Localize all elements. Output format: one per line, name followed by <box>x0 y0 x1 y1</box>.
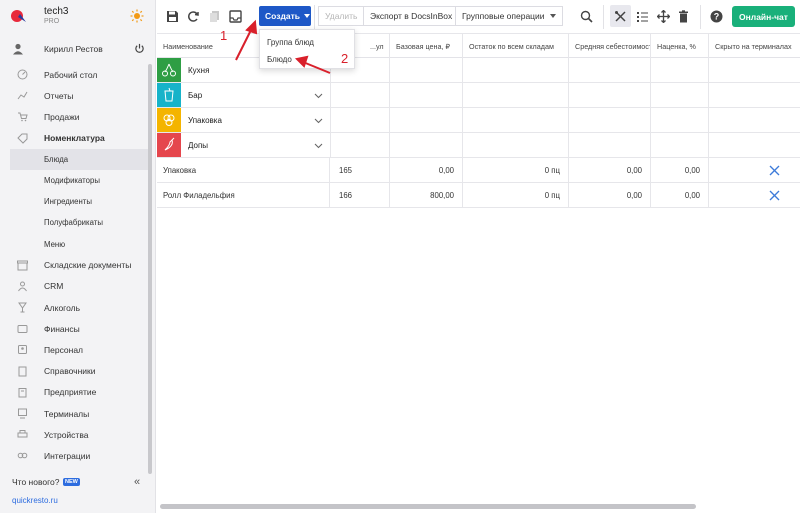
annotation-number: 1 <box>220 28 228 43</box>
annotation-arrows <box>235 19 331 74</box>
annotation-number: 2 <box>341 51 349 66</box>
